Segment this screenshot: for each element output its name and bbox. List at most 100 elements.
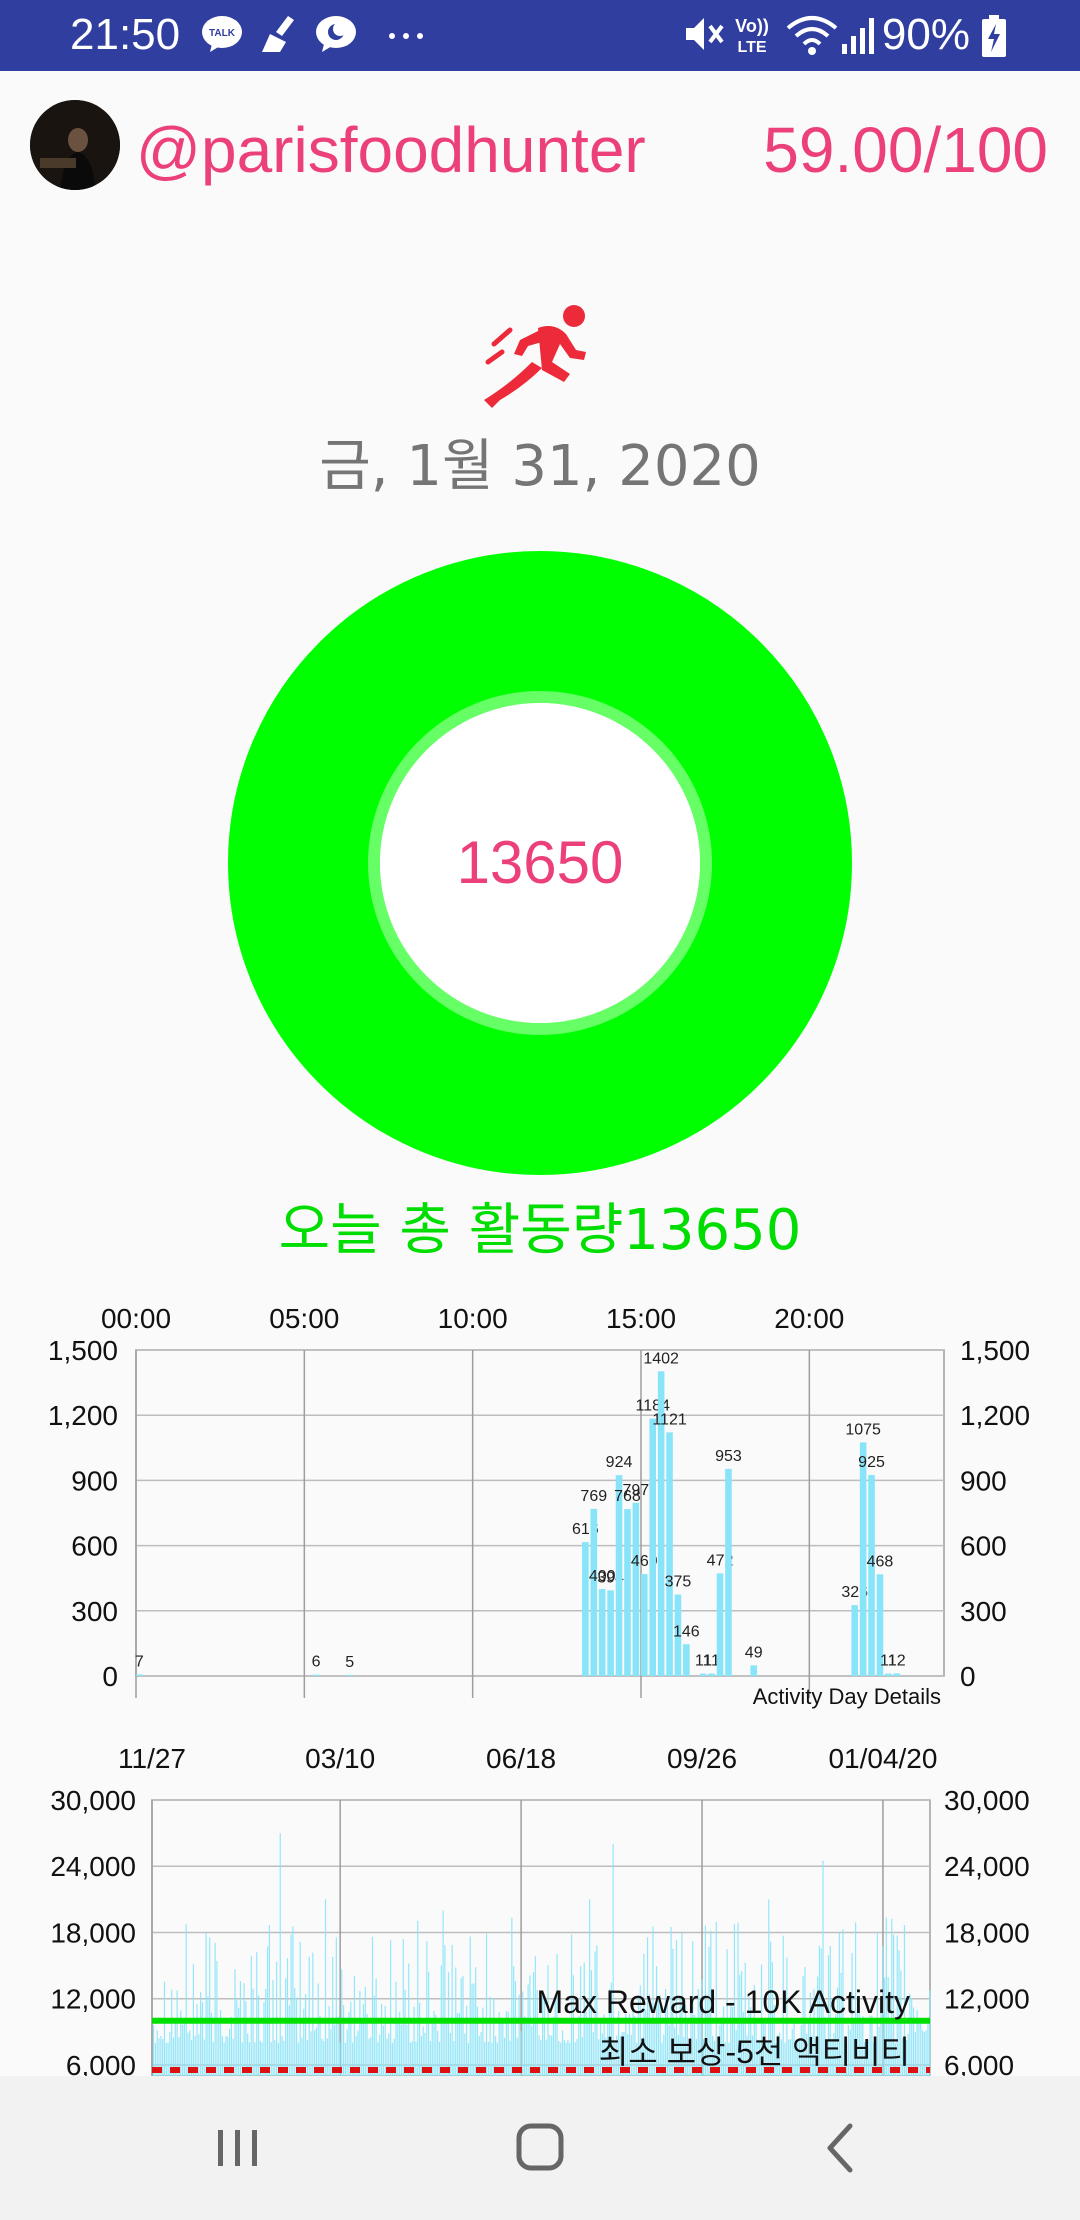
bar — [136, 1674, 143, 1676]
y-tick-label-left: 1,500 — [48, 1335, 118, 1366]
daily-bar — [312, 1952, 314, 2076]
y-tick-label-left: 18,000 — [50, 1917, 136, 1948]
daily-bar — [342, 2005, 345, 2076]
daily-bar — [578, 2016, 580, 2076]
x-tick-label: 20:00 — [774, 1303, 844, 1334]
daily-bar — [522, 1991, 524, 2076]
daily-bar — [268, 1925, 270, 2076]
daily-bar — [324, 1899, 327, 2076]
daily-bar — [487, 2041, 489, 2076]
daily-bar — [532, 1972, 535, 2076]
bar-value-label: 12 — [888, 1652, 906, 1669]
bar — [851, 1605, 858, 1676]
daily-bar — [471, 1983, 473, 2076]
more-dots-icon — [389, 33, 423, 39]
daily-bar — [379, 2034, 381, 2076]
daily-bar — [350, 2001, 352, 2076]
daily-bar — [912, 2007, 915, 2076]
daily-bar — [462, 1975, 464, 2076]
svg-text:TALK: TALK — [209, 28, 236, 39]
home-icon[interactable] — [490, 2106, 590, 2190]
daily-bar — [921, 2030, 924, 2076]
runner-icon — [484, 305, 586, 408]
avatar[interactable] — [30, 100, 120, 190]
daily-bar — [491, 2042, 493, 2076]
wifi-icon — [786, 16, 838, 55]
bar — [632, 1502, 640, 1676]
daily-bar — [243, 1983, 245, 2076]
daily-bar — [205, 1933, 207, 2076]
daily-bar — [252, 1988, 254, 2076]
y-tick-label-right: 6,000 — [944, 2050, 1014, 2076]
daily-bar — [413, 2006, 415, 2076]
daily-bar — [395, 1981, 397, 2076]
bar — [750, 1665, 757, 1676]
daily-bar — [263, 2002, 265, 2076]
daily-bar — [181, 2024, 184, 2076]
daily-bar — [918, 2022, 920, 2076]
daily-bar — [911, 1998, 913, 2076]
daily-bar — [404, 1989, 406, 2076]
daily-bar — [167, 2042, 169, 2076]
daily-bar — [473, 1983, 475, 2076]
date-label: 금, 1월 31, 2020 — [319, 434, 761, 499]
back-icon[interactable] — [792, 2106, 892, 2190]
daily-bar — [346, 2029, 348, 2076]
bar-value-label: 797 — [623, 1482, 650, 1499]
daily-bar — [335, 1937, 337, 2076]
daily-bar — [319, 2015, 321, 2076]
bar-value-label: 146 — [673, 1623, 700, 1640]
daily-bar — [270, 2042, 272, 2076]
daily-bar — [214, 1942, 216, 2076]
bar — [582, 1542, 589, 1676]
bar-value-label: 468 — [867, 1553, 894, 1570]
bar — [649, 1418, 656, 1676]
y-tick-label-right: 12,000 — [944, 1984, 1030, 2015]
daily-bar — [286, 1958, 289, 2076]
daily-bar — [279, 1833, 281, 2076]
daily-bar — [426, 1941, 428, 2076]
bar-value-label: 49 — [745, 1644, 763, 1661]
max-reward-label: Max Reward - 10K Activity — [537, 1984, 910, 2020]
y-tick-label-right: 1,500 — [960, 1335, 1030, 1366]
daily-bar — [373, 1995, 375, 2076]
daily-bar — [209, 1937, 211, 2076]
daily-bar — [576, 2039, 578, 2076]
daily-bar — [353, 1975, 356, 2076]
daily-bar — [417, 1920, 419, 2076]
daily-bar — [384, 2005, 386, 2076]
daily-bar — [344, 2042, 346, 2076]
x-tick-label: 01/04/20 — [828, 1743, 937, 1774]
bar — [666, 1432, 673, 1676]
daily-bar — [493, 1998, 495, 2076]
bar-value-label: 1121 — [652, 1411, 687, 1428]
y-tick-label-left: 12,000 — [50, 1984, 136, 2015]
y-tick-label-left: 600 — [71, 1531, 118, 1562]
daily-bar — [563, 2039, 565, 2076]
daily-bar — [509, 2040, 511, 2076]
y-tick-label-left: 24,000 — [50, 1851, 136, 1882]
daily-bar — [511, 1917, 513, 2076]
y-tick-label-right: 30,000 — [944, 1785, 1030, 1816]
daily-bar — [560, 2042, 562, 2076]
daily-bar — [285, 1978, 287, 2076]
daily-bar — [581, 2037, 584, 2076]
daily-bar — [218, 2021, 220, 2076]
daily-bar — [523, 2016, 526, 2076]
daily-bar — [437, 2030, 439, 2076]
daily-bar — [361, 2022, 363, 2076]
daily-bar — [196, 2003, 198, 2076]
daily-bar — [165, 2042, 167, 2076]
daily-bar — [442, 1910, 444, 2076]
bar — [868, 1474, 875, 1676]
daily-bar — [292, 1926, 294, 2076]
daily-bar — [561, 2030, 564, 2076]
daily-bar — [920, 2023, 922, 2076]
recent-apps-icon[interactable] — [188, 2106, 288, 2190]
daily-bar — [328, 2006, 330, 2076]
x-tick-label: 09/26 — [667, 1743, 737, 1774]
svg-text:LTE: LTE — [737, 39, 766, 56]
daily-bar — [447, 1972, 450, 2076]
daily-bar — [294, 1988, 296, 2076]
status-time: 21:50 — [70, 10, 181, 59]
